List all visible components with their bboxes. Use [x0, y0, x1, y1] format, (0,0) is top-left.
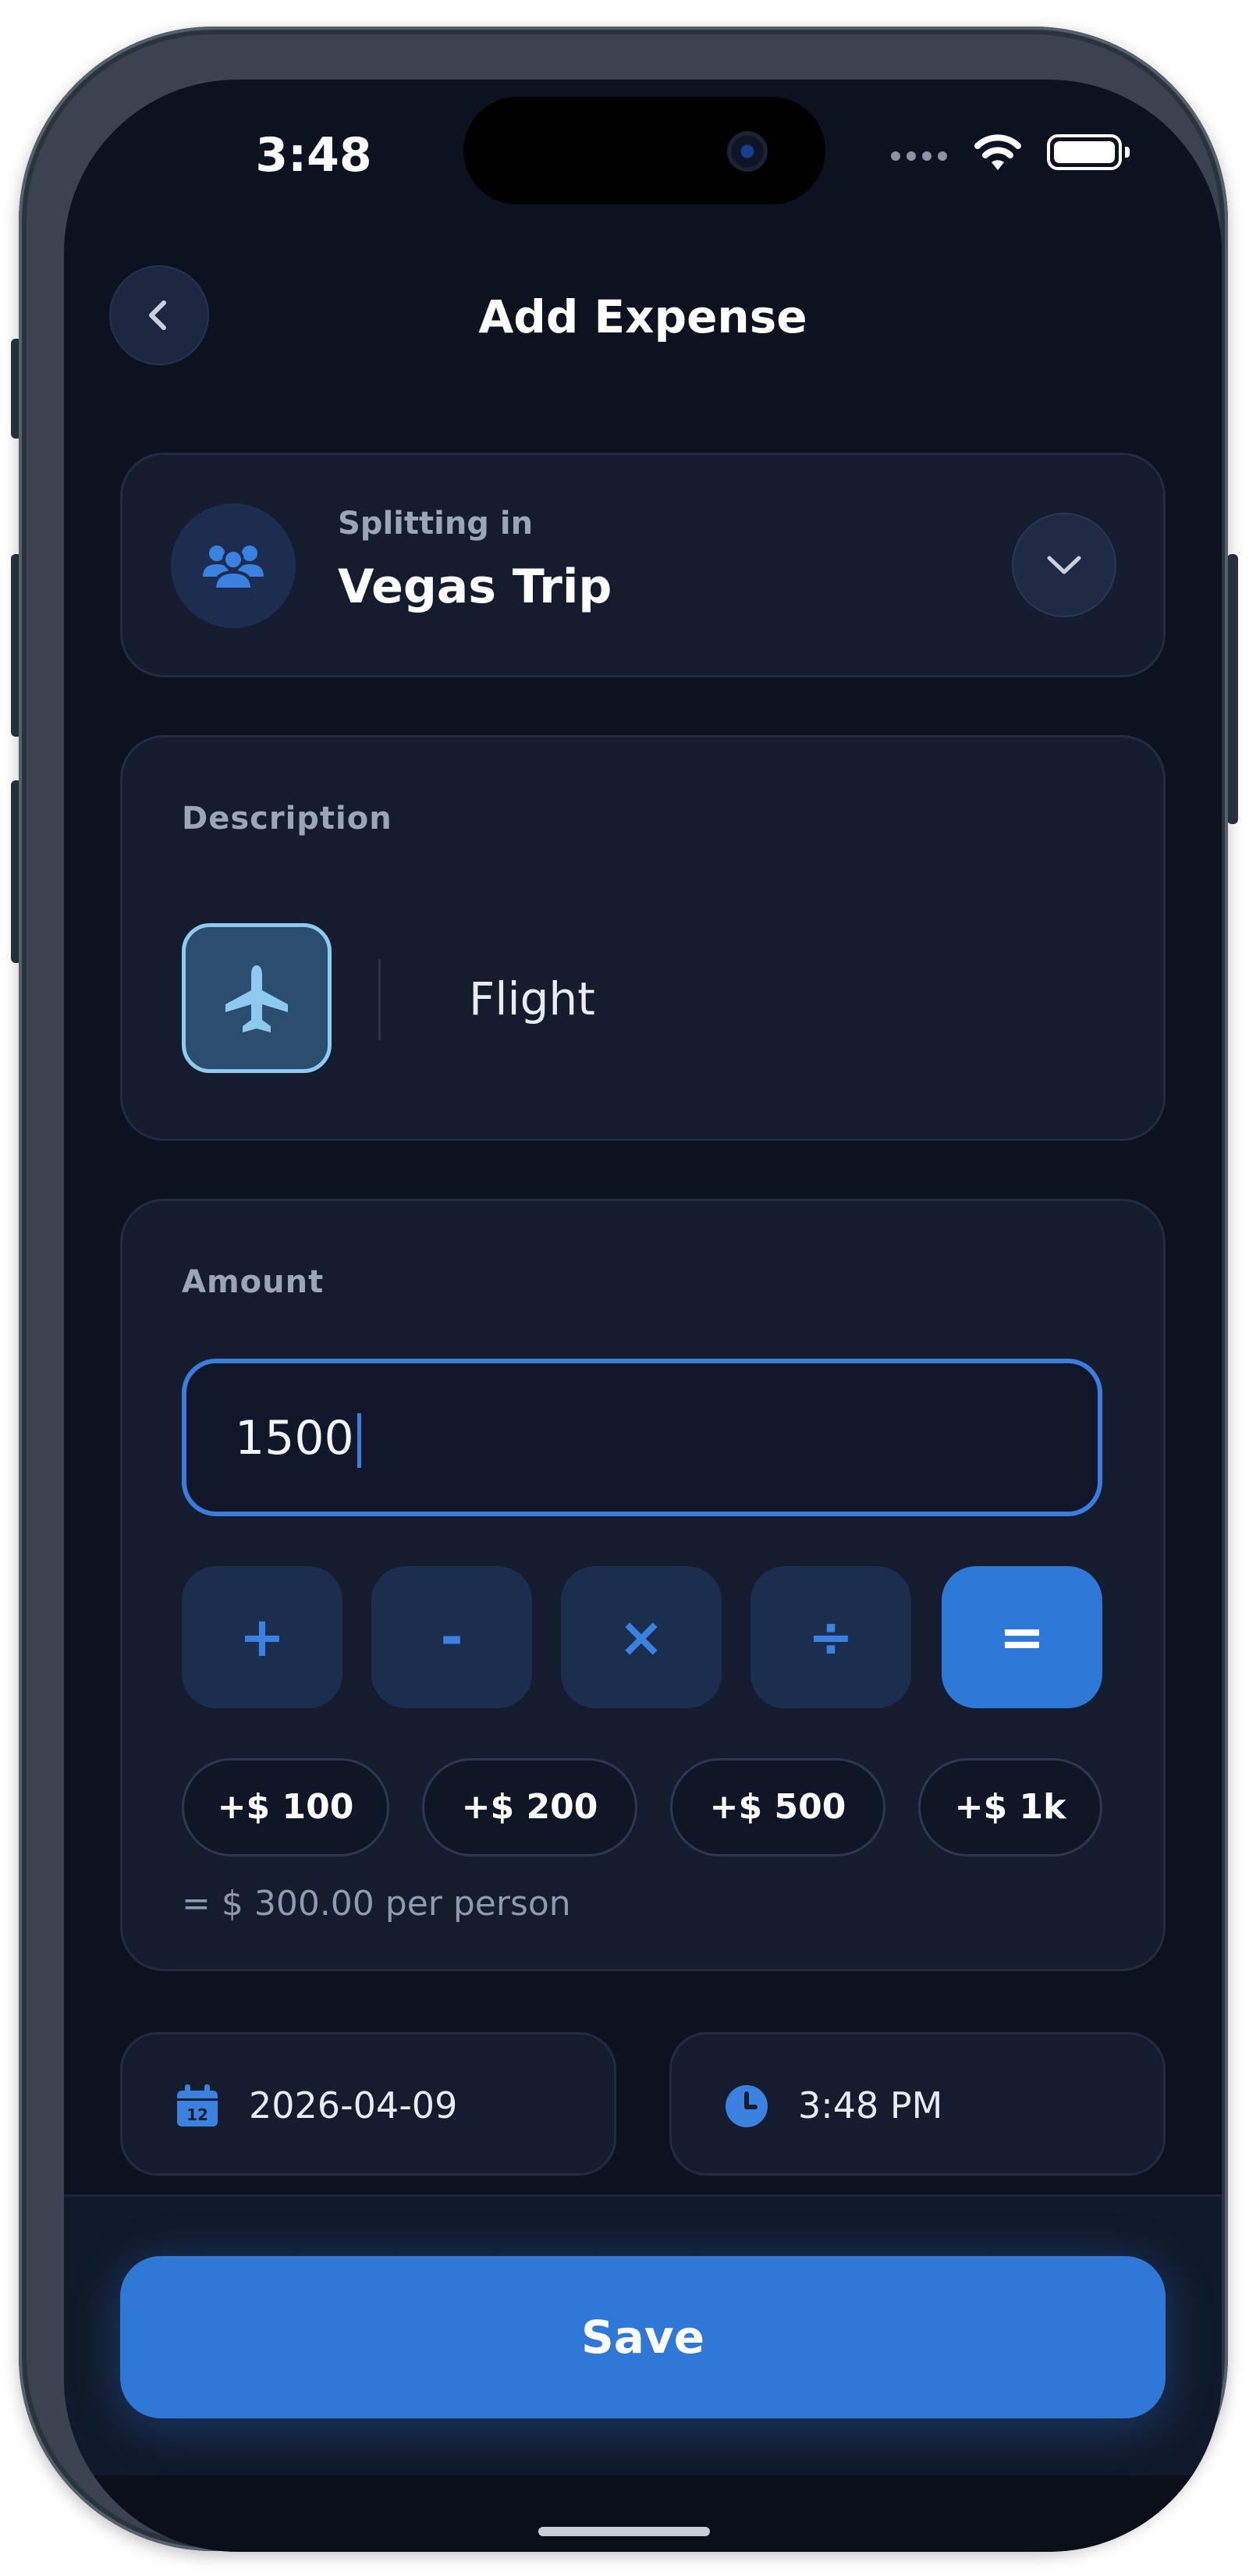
calendar-icon: 12: [177, 2084, 218, 2127]
amount-value: 1500: [235, 1401, 361, 1476]
front-camera-icon: [727, 131, 768, 172]
wifi-icon: [974, 134, 1021, 170]
cellular-signal-icon: [891, 151, 953, 164]
description-label: Description: [182, 801, 392, 837]
chevron-down-icon: [1047, 556, 1081, 574]
category-picker-button[interactable]: [182, 923, 332, 1073]
text-cursor: [357, 1413, 361, 1469]
time-value: 3:48 PM: [798, 2084, 943, 2127]
app-screen: 3:48 Add Expense Splitting in Vegas Trip…: [64, 80, 1222, 2552]
operator-divide-button[interactable]: ÷: [750, 1566, 911, 1708]
save-button[interactable]: Save: [120, 2256, 1166, 2418]
operator-minus-button[interactable]: -: [371, 1566, 532, 1708]
amount-text: 1500: [235, 1411, 354, 1466]
operator-multiply-button[interactable]: ×: [561, 1566, 722, 1708]
time-picker[interactable]: 3:48 PM: [669, 2032, 1166, 2176]
operator-equals-button[interactable]: =: [942, 1566, 1102, 1708]
page-title: Add Expense: [478, 290, 807, 343]
description-card: Description: [120, 735, 1166, 1141]
quick-add-1k-button[interactable]: +$ 1k: [918, 1758, 1102, 1856]
group-dropdown-button[interactable]: [1012, 513, 1116, 617]
description-divider: [378, 959, 381, 1040]
group-name: Vegas Trip: [338, 560, 612, 614]
home-indicator-area: [64, 2475, 1222, 2552]
group-people-icon: [203, 545, 264, 591]
amount-card: Amount 1500 + - × ÷ = +$ 100 +$ 200 +$ 5…: [120, 1199, 1166, 1971]
device-frame: 3:48 Add Expense Splitting in Vegas Trip…: [19, 27, 1228, 2552]
group-avatar: [171, 503, 296, 628]
battery-icon: [1047, 134, 1130, 170]
quick-add-500-button[interactable]: +$ 500: [670, 1758, 885, 1856]
power-button: [1227, 554, 1238, 824]
amount-input[interactable]: 1500: [182, 1359, 1102, 1516]
home-indicator[interactable]: [538, 2527, 710, 2536]
per-person-amount: = $ 300.00 per person: [182, 1884, 571, 1924]
airplane-icon: [225, 965, 288, 1032]
quick-add-200-button[interactable]: +$ 200: [422, 1758, 637, 1856]
chevron-left-icon: [149, 300, 166, 330]
clock-icon: [726, 2085, 768, 2127]
calendar-day: 12: [186, 2105, 208, 2124]
date-value: 2026-04-09: [249, 2084, 458, 2127]
bottom-action-bar: Save: [64, 2194, 1222, 2475]
quick-add-100-button[interactable]: +$ 100: [182, 1758, 389, 1856]
date-picker[interactable]: 12 2026-04-09: [120, 2032, 616, 2176]
dynamic-island: [463, 97, 825, 204]
amount-label: Amount: [182, 1264, 325, 1300]
operator-plus-button[interactable]: +: [182, 1566, 342, 1708]
group-caption: Splitting in: [338, 506, 534, 542]
back-button[interactable]: [109, 265, 209, 365]
description-input[interactable]: [469, 964, 1109, 1034]
status-indicators: [891, 128, 1130, 183]
status-time: 3:48: [255, 128, 372, 183]
group-selector[interactable]: Splitting in Vegas Trip: [120, 453, 1166, 677]
phone-mockup: 3:48 Add Expense Splitting in Vegas Trip…: [0, 0, 1249, 2576]
